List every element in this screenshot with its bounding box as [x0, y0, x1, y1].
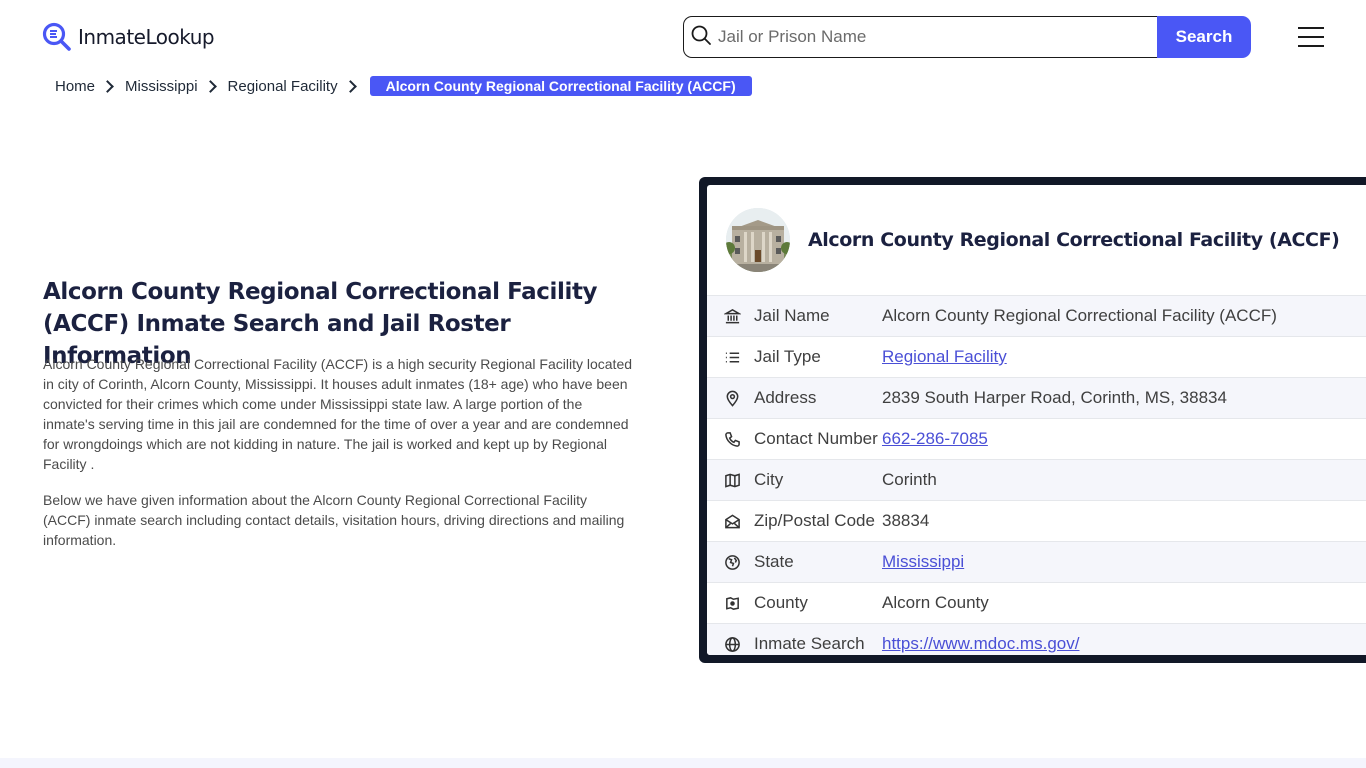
facility-details-table: Jail Name Alcorn County Regional Correct… [707, 295, 1366, 655]
state-globe-icon [707, 554, 754, 571]
detail-label: Contact Number [754, 429, 878, 448]
jail-type-link[interactable]: Regional Facility [882, 347, 1007, 367]
breadcrumb: Home Mississippi Regional Facility Alcor… [55, 76, 752, 96]
detail-value: 38834 [882, 511, 930, 530]
building-columns-icon [707, 308, 754, 325]
detail-row-contact: Contact Number 662-286-7085 [707, 418, 1366, 459]
logo[interactable]: InmateLookup [42, 22, 215, 52]
detail-row-jail-type: Jail Type Regional Facility [707, 336, 1366, 377]
intro-paragraph: Alcorn County Regional Correctional Faci… [43, 356, 633, 472]
menu-bar [1298, 36, 1324, 38]
search-field [683, 16, 1157, 58]
hamburger-menu-icon[interactable] [1298, 27, 1324, 47]
facility-info-card: Alcorn County Regional Correctional Faci… [699, 177, 1366, 663]
card-title: Alcorn County Regional Correctional Faci… [808, 229, 1340, 251]
detail-label: County [754, 593, 808, 612]
mail-open-icon [707, 513, 754, 530]
breadcrumb-home[interactable]: Home [55, 78, 95, 95]
detail-value: 2839 South Harper Road, Corinth, MS, 388… [882, 388, 1227, 407]
chevron-right-icon [343, 79, 357, 93]
intro-text: Alcorn County Regional Correctional Faci… [43, 354, 635, 550]
inmate-search-link[interactable]: https://www.mdoc.ms.gov/ [882, 634, 1079, 654]
facility-photo [726, 208, 790, 272]
state-link[interactable]: Mississippi [882, 552, 964, 572]
detail-label: City [754, 470, 784, 489]
chevron-right-icon [203, 79, 217, 93]
breadcrumb-current: Alcorn County Regional Correctional Faci… [369, 76, 752, 96]
map-pin-icon [707, 390, 754, 407]
menu-bar [1298, 45, 1324, 47]
card-header: Alcorn County Regional Correctional Faci… [707, 185, 1366, 295]
detail-row-inmate-search: Inmate Search https://www.mdoc.ms.gov/ [707, 623, 1366, 655]
detail-label: State [754, 552, 794, 571]
facility-info-card-body: Alcorn County Regional Correctional Faci… [707, 185, 1366, 655]
breadcrumb-state[interactable]: Mississippi [125, 78, 198, 95]
world-icon [707, 636, 754, 653]
detail-value: Corinth [882, 470, 937, 489]
magnifier-logo-icon [42, 22, 72, 52]
detail-row-zip: Zip/Postal Code 38834 [707, 500, 1366, 541]
detail-row-state: State Mississippi [707, 541, 1366, 582]
detail-value: Alcorn County [882, 593, 989, 612]
detail-label: Address [754, 388, 817, 407]
detail-label: Zip/Postal Code [754, 511, 875, 530]
detail-label: Jail Name [754, 306, 830, 325]
phone-icon [707, 431, 754, 448]
detail-row-city: City Corinth [707, 459, 1366, 500]
detail-value: Alcorn County Regional Correctional Faci… [882, 306, 1277, 325]
detail-row-jail-name: Jail Name Alcorn County Regional Correct… [707, 295, 1366, 336]
search-input[interactable] [712, 27, 1157, 47]
detail-label: Inmate Search [754, 634, 865, 653]
search-button[interactable]: Search [1157, 16, 1251, 58]
intro-paragraph: Below we have given information about th… [43, 492, 625, 548]
search-icon [690, 24, 712, 51]
logo-text: InmateLookup [78, 25, 215, 49]
detail-row-county: County Alcorn County [707, 582, 1366, 623]
footer-band [0, 758, 1366, 768]
chevron-right-icon [101, 79, 114, 93]
menu-bar [1298, 27, 1324, 29]
detail-label: Jail Type [754, 347, 821, 366]
phone-link[interactable]: 662-286-7085 [882, 429, 988, 449]
list-icon [707, 349, 754, 366]
map-icon [707, 472, 754, 489]
county-map-icon [707, 595, 754, 612]
breadcrumb-facility-type[interactable]: Regional Facility [228, 78, 338, 95]
detail-row-address: Address 2839 South Harper Road, Corinth,… [707, 377, 1366, 418]
search-bar: Search [683, 16, 1251, 58]
